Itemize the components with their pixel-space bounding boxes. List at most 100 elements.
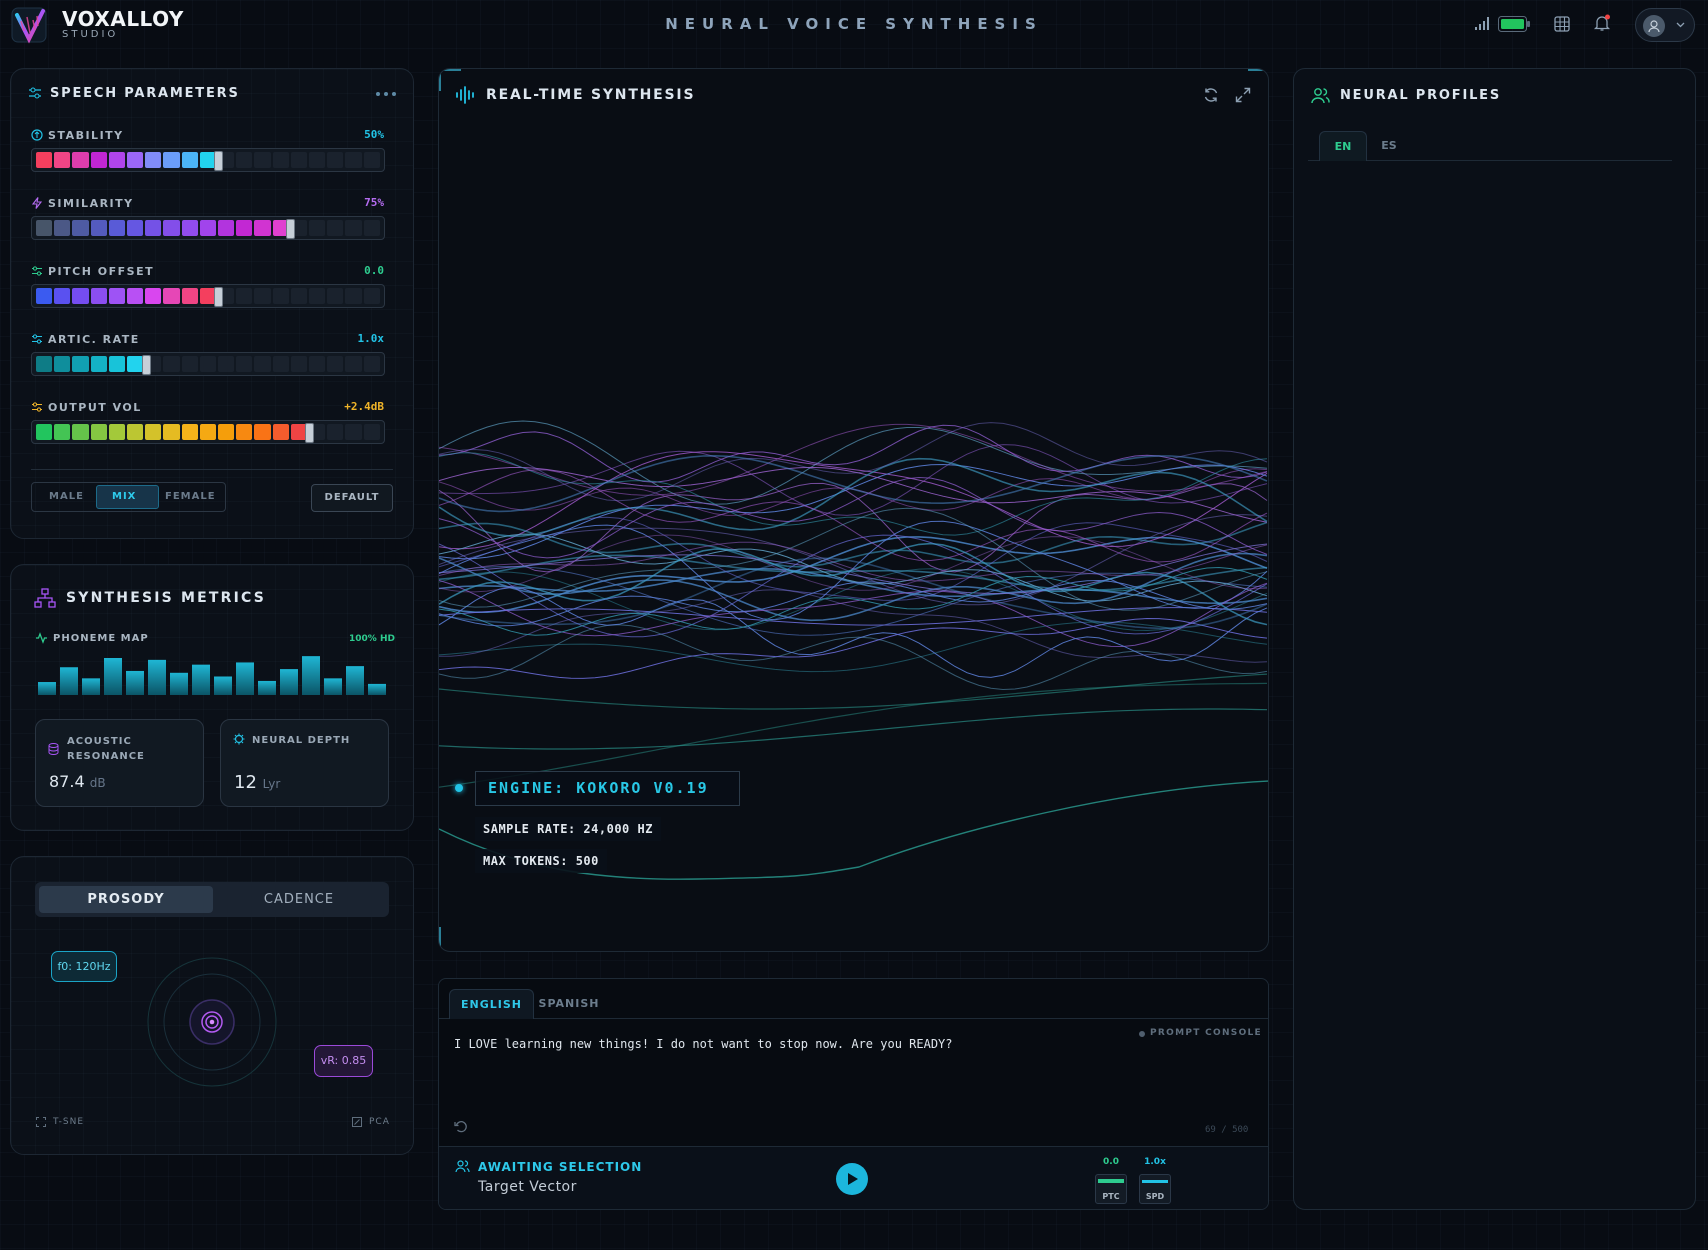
expand-icon[interactable] (1235, 87, 1251, 103)
activity-icon (36, 632, 47, 644)
param-label: OUTPUT VOL (48, 401, 142, 414)
slider-segment (90, 152, 107, 168)
phoneme-bar (324, 678, 342, 695)
grid-icon[interactable] (1554, 16, 1570, 32)
param-value: +2.4dB (344, 400, 384, 413)
phoneme-bar (82, 678, 100, 695)
tab-en[interactable]: EN (1319, 131, 1367, 161)
engine-status-dot (455, 784, 463, 792)
slider-segment (363, 288, 380, 304)
param-label: ARTIC. RATE (48, 333, 140, 346)
tab-spanish[interactable]: SPANISH (534, 989, 604, 1019)
slider-segment (327, 288, 344, 304)
param-slider[interactable] (31, 420, 385, 444)
tab-english[interactable]: ENGLISH (449, 989, 534, 1019)
slider-segment (54, 288, 71, 304)
phoneme-bar (60, 667, 78, 695)
refresh-icon[interactable] (1203, 87, 1219, 103)
slider-segment (254, 356, 271, 372)
speech-parameters-title: SPEECH PARAMETERS (50, 86, 240, 101)
undo-icon[interactable] (454, 1120, 467, 1133)
param-slider[interactable] (31, 284, 385, 308)
phoneme-bar (258, 680, 276, 695)
prompt-console-panel: ENGLISH SPANISH PROMPT CONSOLE I LOVE le… (438, 978, 1269, 1210)
slider-segment (309, 152, 326, 168)
app-header: VOXALLOY STUDIO NEURAL VOICE SYNTHESIS (0, 0, 1708, 58)
f0-chip[interactable]: f0: 120Hz (51, 951, 117, 982)
slider-segment (145, 288, 162, 304)
phoneme-map-chart (38, 656, 386, 695)
phoneme-bar (368, 683, 386, 695)
voice-mode-female[interactable]: FEMALE (165, 491, 216, 502)
vr-chip[interactable]: vR: 0.85 (314, 1045, 373, 1077)
param-slider[interactable] (31, 148, 385, 172)
param-slider[interactable] (31, 352, 385, 376)
cpu-icon (233, 733, 245, 745)
prompt-console-label: PROMPT CONSOLE (1150, 1028, 1263, 1038)
slider-segment (72, 288, 89, 304)
slider-segment (272, 424, 289, 440)
slider-segment (236, 288, 253, 304)
bell-icon[interactable] (1593, 14, 1611, 32)
voice-mode-male[interactable]: MALE (49, 491, 84, 502)
neural-depth-label: NEURAL DEPTH (252, 735, 351, 746)
slider-segment (90, 220, 107, 236)
phoneme-bar (104, 658, 122, 695)
prosody-tab-bar: PROSODY CADENCE (35, 882, 389, 917)
chevron-down-icon (1676, 22, 1685, 28)
slider-segment (163, 288, 180, 304)
slider-segment (181, 424, 198, 440)
slider-segment (54, 356, 71, 372)
slider-segment (181, 356, 198, 372)
slider-segment (90, 288, 107, 304)
frame-icon (36, 1117, 46, 1127)
slider-segment (90, 424, 107, 440)
tab-cadence[interactable]: CADENCE (213, 886, 385, 913)
prompt-input[interactable]: I LOVE learning new things! I do not wan… (454, 1037, 953, 1051)
phoneme-bar (170, 672, 188, 695)
user-menu-button[interactable] (1635, 8, 1695, 42)
more-options-icon[interactable] (376, 92, 398, 96)
slider-thumb[interactable] (214, 287, 224, 307)
slider-segment (218, 424, 235, 440)
slider-thumb[interactable] (214, 151, 224, 171)
sliders-icon (32, 402, 42, 412)
database-icon (48, 743, 59, 755)
slider-segment (345, 220, 362, 236)
user-icon (1648, 20, 1660, 33)
param-slider[interactable] (31, 216, 385, 240)
tab-es[interactable]: ES (1371, 131, 1407, 161)
voice-mode-selector[interactable]: MALE MIX FEMALE (31, 482, 226, 512)
slider-segment (236, 220, 253, 236)
slider-thumb[interactable] (304, 423, 314, 443)
slider-segment (290, 356, 308, 372)
slider-segment (127, 288, 144, 304)
default-button[interactable]: DEFAULT (311, 484, 393, 512)
slider-segment (345, 288, 362, 304)
play-button[interactable] (836, 1163, 868, 1195)
param-value: 0.0 (364, 264, 384, 277)
neural-profiles-panel: NEURAL PROFILES EN ES (1293, 68, 1696, 1210)
stability-icon (31, 129, 43, 141)
console-footer: AWAITING SELECTION Target Vector 0.0 PTC… (439, 1146, 1268, 1209)
phoneme-bar (126, 670, 144, 695)
phoneme-bar (214, 676, 232, 695)
ptc-control[interactable]: PTC (1095, 1174, 1127, 1204)
neural-profiles-title: NEURAL PROFILES (1340, 88, 1502, 103)
voice-mode-mix[interactable]: MIX (112, 491, 136, 502)
divider (31, 469, 393, 470)
tsne-label[interactable]: T-SNE (53, 1117, 84, 1127)
pca-label[interactable]: PCA (369, 1117, 390, 1127)
sliders-icon (32, 266, 42, 276)
tab-prosody[interactable]: PROSODY (39, 886, 213, 913)
lightning-icon (31, 197, 43, 209)
prosody-target-visual (147, 957, 277, 1087)
slider-segment (54, 220, 71, 236)
slider-thumb[interactable] (286, 219, 296, 239)
phoneme-map-label: PHONEME MAP (53, 633, 149, 644)
ptc-meter (1098, 1179, 1124, 1183)
spd-control[interactable]: SPD (1139, 1174, 1171, 1204)
slider-thumb[interactable] (141, 355, 151, 375)
slider-segment (127, 424, 144, 440)
neural-depth-card: NEURAL DEPTH 12 Lyr (220, 719, 389, 807)
